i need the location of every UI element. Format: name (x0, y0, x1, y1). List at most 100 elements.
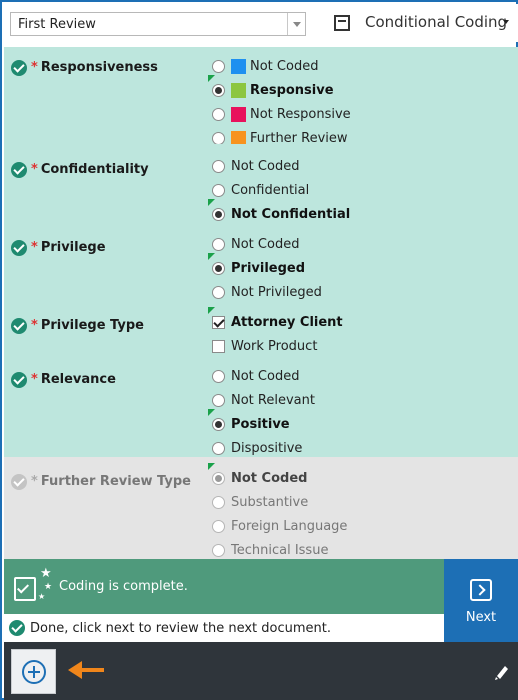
next-button[interactable]: Next (444, 559, 518, 642)
field-name: * Further Review Type (31, 474, 191, 489)
status-banner: ★ ★ ★ Coding is complete. (4, 559, 444, 614)
chevron-down-icon[interactable] (287, 13, 305, 35)
choice-label: Foreign Language (231, 519, 348, 534)
choice-label: Not Responsive (250, 107, 351, 122)
radio-button[interactable] (212, 108, 225, 121)
choice-label: Not Coded (231, 159, 300, 174)
color-swatch (231, 83, 246, 98)
layout-select[interactable]: First Review (10, 12, 306, 36)
choice-positive[interactable]: Positive (208, 409, 502, 435)
selected-flag-icon (208, 409, 215, 416)
radio-button[interactable] (212, 496, 225, 509)
choice-not-coded[interactable]: Not Coded (212, 157, 502, 177)
choice-responsive[interactable]: Responsive (208, 75, 502, 101)
coding-complete-icon: ★ ★ ★ (14, 567, 52, 603)
field-name-text: Relevance (40, 372, 116, 387)
required-marker: * (31, 318, 38, 333)
choice-label: Not Relevant (231, 393, 315, 408)
required-marker: * (31, 372, 38, 387)
radio-button[interactable] (212, 472, 225, 485)
radio-button[interactable] (212, 442, 225, 455)
radio-button[interactable] (212, 370, 225, 383)
choice-substantive[interactable]: Substantive (212, 493, 502, 513)
required-marker: * (31, 162, 38, 177)
add-icon (22, 660, 46, 684)
choice-label: Not Coded (250, 59, 319, 74)
choice-technical-issue[interactable]: Technical Issue (212, 541, 502, 561)
status-note-text: Done, click next to review the next docu… (30, 621, 332, 636)
field-name-text: Further Review Type (40, 474, 191, 489)
choice-label: Attorney Client (231, 315, 343, 330)
coding-header: First Review Conditional Coding (4, 4, 518, 42)
radio-button[interactable] (212, 418, 225, 431)
choice-not-confidential[interactable]: Not Confidential (208, 199, 502, 225)
choice-not-coded[interactable]: Not Coded (212, 235, 502, 255)
radio-button[interactable] (212, 520, 225, 533)
status-message: Coding is complete. (59, 579, 188, 594)
add-button[interactable] (11, 649, 56, 694)
choice-attorney-client[interactable]: Attorney Client (208, 307, 502, 333)
check-circle-icon (11, 60, 27, 76)
arrow-left-icon (68, 660, 108, 680)
radio-button[interactable] (212, 238, 225, 251)
radio-button[interactable] (212, 208, 225, 221)
layout-select-value: First Review (18, 17, 96, 32)
choice-foreign-language[interactable]: Foreign Language (212, 517, 502, 537)
choice-not-coded[interactable]: Not Coded (212, 367, 502, 387)
field-name-text: Privilege Type (40, 318, 144, 333)
required-marker: * (31, 474, 38, 489)
check-circle-icon (11, 318, 27, 334)
pencil-icon[interactable] (494, 662, 510, 680)
choice-not-coded[interactable]: Not Coded (208, 463, 502, 489)
radio-button[interactable] (212, 160, 225, 173)
caret-down-icon[interactable] (503, 20, 509, 24)
choice-label: Not Confidential (231, 207, 351, 222)
field-name: * Confidentiality (31, 162, 149, 177)
field-name-text: Confidentiality (40, 162, 149, 177)
choice-not-responsive[interactable]: Not Responsive (212, 105, 502, 125)
field-responsiveness: * Responsiveness Not Coded Responsive Not Re… (4, 47, 518, 146)
checkbox[interactable] (212, 340, 225, 353)
radio-button[interactable] (212, 544, 225, 557)
choice-work-product[interactable]: Work Product (212, 337, 502, 357)
checkbox[interactable] (212, 316, 225, 329)
chevron-right-icon (470, 579, 492, 601)
coding-title[interactable]: Conditional Coding (365, 13, 507, 31)
field-name: * Relevance (31, 372, 116, 387)
field-name: * Privilege (31, 240, 106, 255)
choice-dispositive[interactable]: Dispositive (212, 439, 502, 459)
choice-label: Not Coded (231, 237, 300, 252)
choice-label: Not Coded (231, 369, 300, 384)
choice-label: Not Privileged (231, 285, 322, 300)
color-swatch (231, 59, 246, 74)
radio-button[interactable] (212, 286, 225, 299)
radio-button[interactable] (212, 184, 225, 197)
next-button-label: Next (465, 610, 497, 625)
field-relevance: * Relevance Not Coded Not Relevant Positive D… (4, 356, 518, 457)
field-name: * Privilege Type (31, 318, 144, 333)
field-name-text: Responsiveness (40, 60, 158, 75)
selected-flag-icon (208, 199, 215, 206)
choice-confidential[interactable]: Confidential (212, 181, 502, 201)
selected-flag-icon (208, 307, 215, 314)
choice-not-privileged[interactable]: Not Privileged (212, 283, 502, 303)
field-privilege: * Privilege Not Coded Privileged Not Privile… (4, 224, 518, 302)
check-circle-icon (11, 474, 27, 490)
selected-flag-icon (208, 75, 215, 82)
choice-privileged[interactable]: Privileged (208, 253, 502, 279)
bottom-toolbar (4, 642, 518, 700)
choice-not-relevant[interactable]: Not Relevant (212, 391, 502, 411)
field-confidentiality: * Confidentiality Not Coded Confidential Not… (4, 144, 518, 224)
selected-flag-icon (208, 253, 215, 260)
choice-not-coded[interactable]: Not Coded (212, 57, 502, 77)
document-icon[interactable] (334, 15, 350, 31)
selected-flag-icon (208, 463, 215, 470)
radio-button[interactable] (212, 394, 225, 407)
radio-button[interactable] (212, 84, 225, 97)
radio-button[interactable] (212, 60, 225, 73)
check-circle-icon (11, 372, 27, 388)
choice-label: Positive (231, 417, 290, 432)
required-marker: * (31, 240, 38, 255)
choice-label: Work Product (231, 339, 318, 354)
radio-button[interactable] (212, 262, 225, 275)
